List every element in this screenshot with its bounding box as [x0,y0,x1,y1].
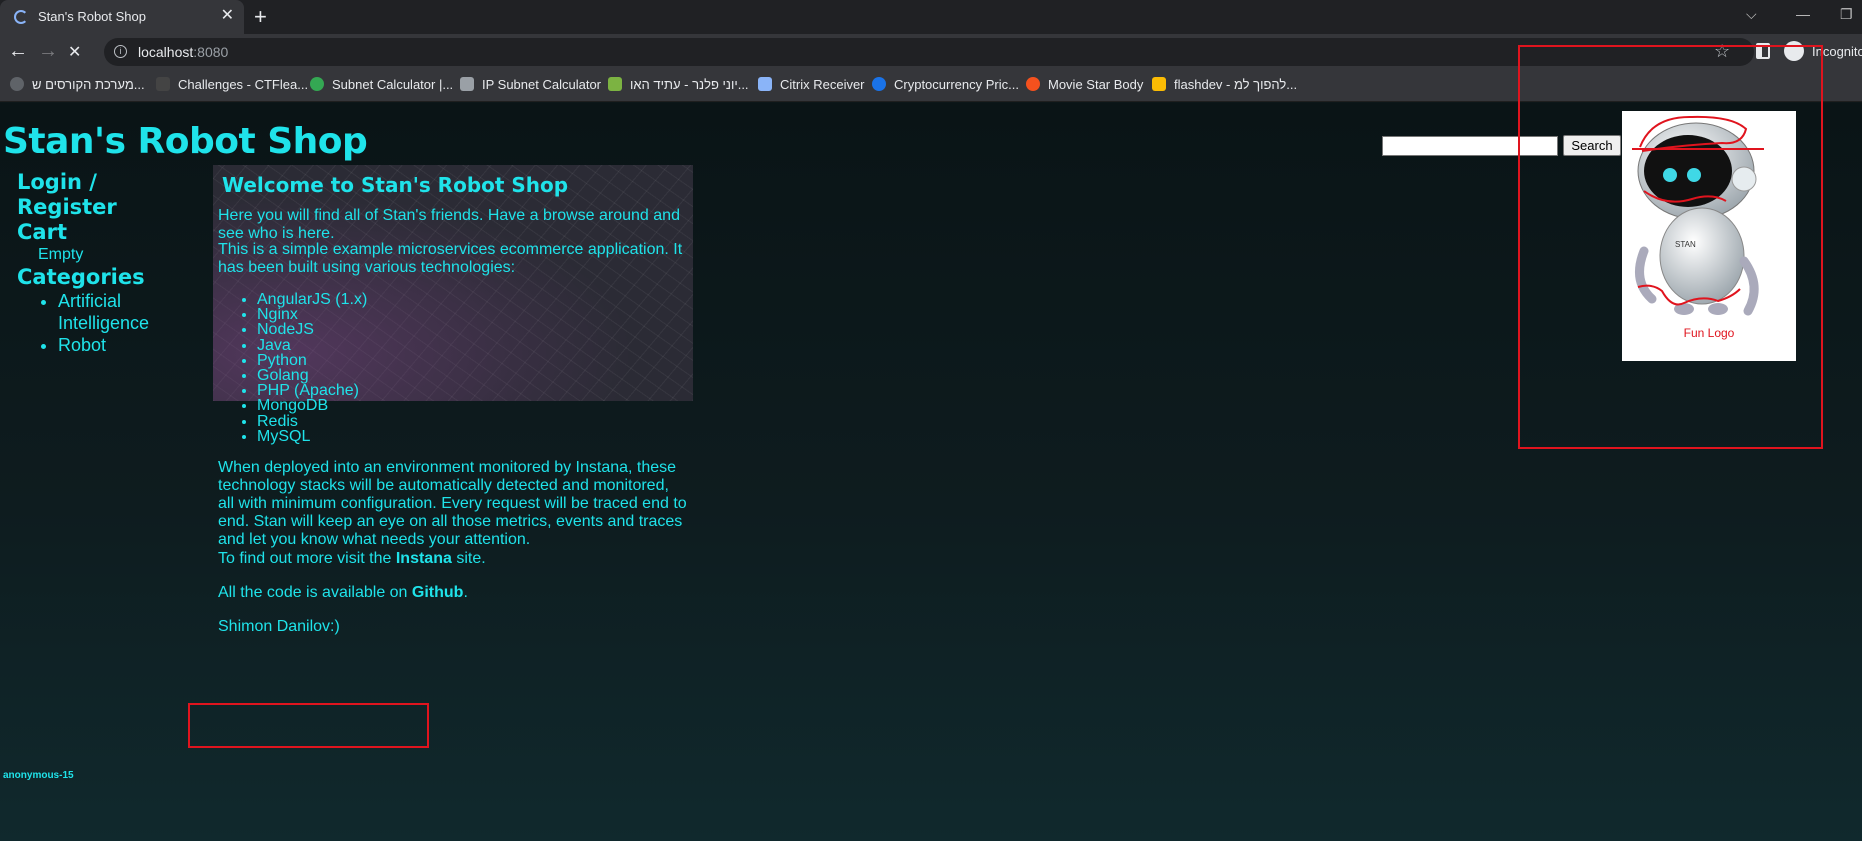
forward-arrow-icon[interactable]: → [38,41,58,61]
list-item: Python [257,352,367,368]
restore-icon[interactable]: ❐ [1840,6,1853,23]
leaf-icon [608,77,622,91]
list-item: MySQL [257,428,367,444]
list-item: AngularJS (1.x) [257,291,367,307]
list-item: PHP (Apache) [257,383,367,399]
stop-loading-icon[interactable]: ✕ [68,43,81,63]
crypto-icon [872,77,886,91]
sidebar: Login / Register Cart Empty Categories A… [17,170,197,356]
list-item: MongoDB [257,398,367,414]
github-link[interactable]: Github [412,584,464,601]
author-text: Shimon Danilov:) [218,618,340,635]
tab-title: Stan's Robot Shop [38,9,146,24]
welcome-heading: Welcome to Stan's Robot Shop [222,173,569,197]
bookmark-item[interactable]: Subnet Calculator |... [310,77,453,92]
browser-tab-active[interactable]: Stan's Robot Shop ✕ [0,0,244,34]
technology-list: AngularJS (1.x) Nginx NodeJS Java Python… [257,291,367,444]
instana-text: When deployed into an environment monito… [218,459,687,548]
category-item-robot[interactable]: Robot [58,334,197,356]
close-tab-icon[interactable]: ✕ [221,7,234,25]
subnet-calculator-icon [310,77,324,91]
bookmark-item[interactable]: Cryptocurrency Pric... [872,77,1019,92]
url-text[interactable]: localhost:8080 [138,44,228,60]
instana-link[interactable]: Instana [396,550,452,567]
list-item: Golang [257,367,367,383]
minimize-icon[interactable]: — [1796,6,1810,22]
bookmark-item[interactable]: Challenges - CTFlea... [156,77,308,92]
bookmark-item[interactable]: Citrix Receiver [758,77,865,92]
browser-tab-strip: Stan's Robot Shop ✕ + ⌵ — ❐ [0,0,1862,34]
bookmark-item[interactable]: Movie Star Body [1026,77,1143,92]
address-bar[interactable]: i localhost:8080 ☆ [104,38,1754,66]
category-item-artificial-intelligence[interactable]: Artificial Intelligence [58,290,197,334]
new-tab-icon[interactable]: + [254,4,267,30]
cart-status: Empty [38,246,84,263]
cart-link[interactable]: Cart [17,220,197,245]
description-text: This is a simple example microservices e… [218,241,683,276]
web-page: Stan's Robot Shop Search Login / Registe… [0,45,1862,841]
annotation-box-logo [1518,45,1823,449]
user-label: anonymous-15 [3,770,74,781]
bookmark-item[interactable]: IP Subnet Calculator [460,77,601,92]
back-arrow-icon[interactable]: ← [8,41,28,61]
list-item: Java [257,337,367,353]
globe-icon [10,77,24,91]
lightning-icon [1152,77,1166,91]
ctf-icon [156,77,170,91]
category-list: Artificial Intelligence Robot [17,290,197,356]
categories-heading: Categories [17,265,145,289]
list-item: NodeJS [257,322,367,338]
movie-icon [1026,77,1040,91]
lock-icon [758,77,772,91]
list-item: Redis [257,413,367,429]
tab-search-icon[interactable]: ⌵ [1746,6,1757,23]
login-register-link[interactable]: Login / Register [17,170,197,220]
find-out-more-text: To find out more visit the Instana site. [218,550,486,567]
calculator-icon [460,77,474,91]
site-title[interactable]: Stan's Robot Shop [3,121,368,162]
annotation-box-author [188,703,429,748]
intro-text: Here you will find all of Stan's friends… [218,207,680,242]
loading-spinner-icon [14,10,28,24]
code-availability-text: All the code is available on Github. [218,584,468,601]
bookmark-item[interactable]: flashdev - להפוך למ... [1152,77,1297,92]
list-item: Nginx [257,307,367,323]
site-info-icon[interactable]: i [114,45,127,58]
bookmark-item[interactable]: יוני פלנר - עתיד האו... [608,77,749,92]
bookmark-item[interactable]: מערכת הקורסים ש... [10,77,145,92]
